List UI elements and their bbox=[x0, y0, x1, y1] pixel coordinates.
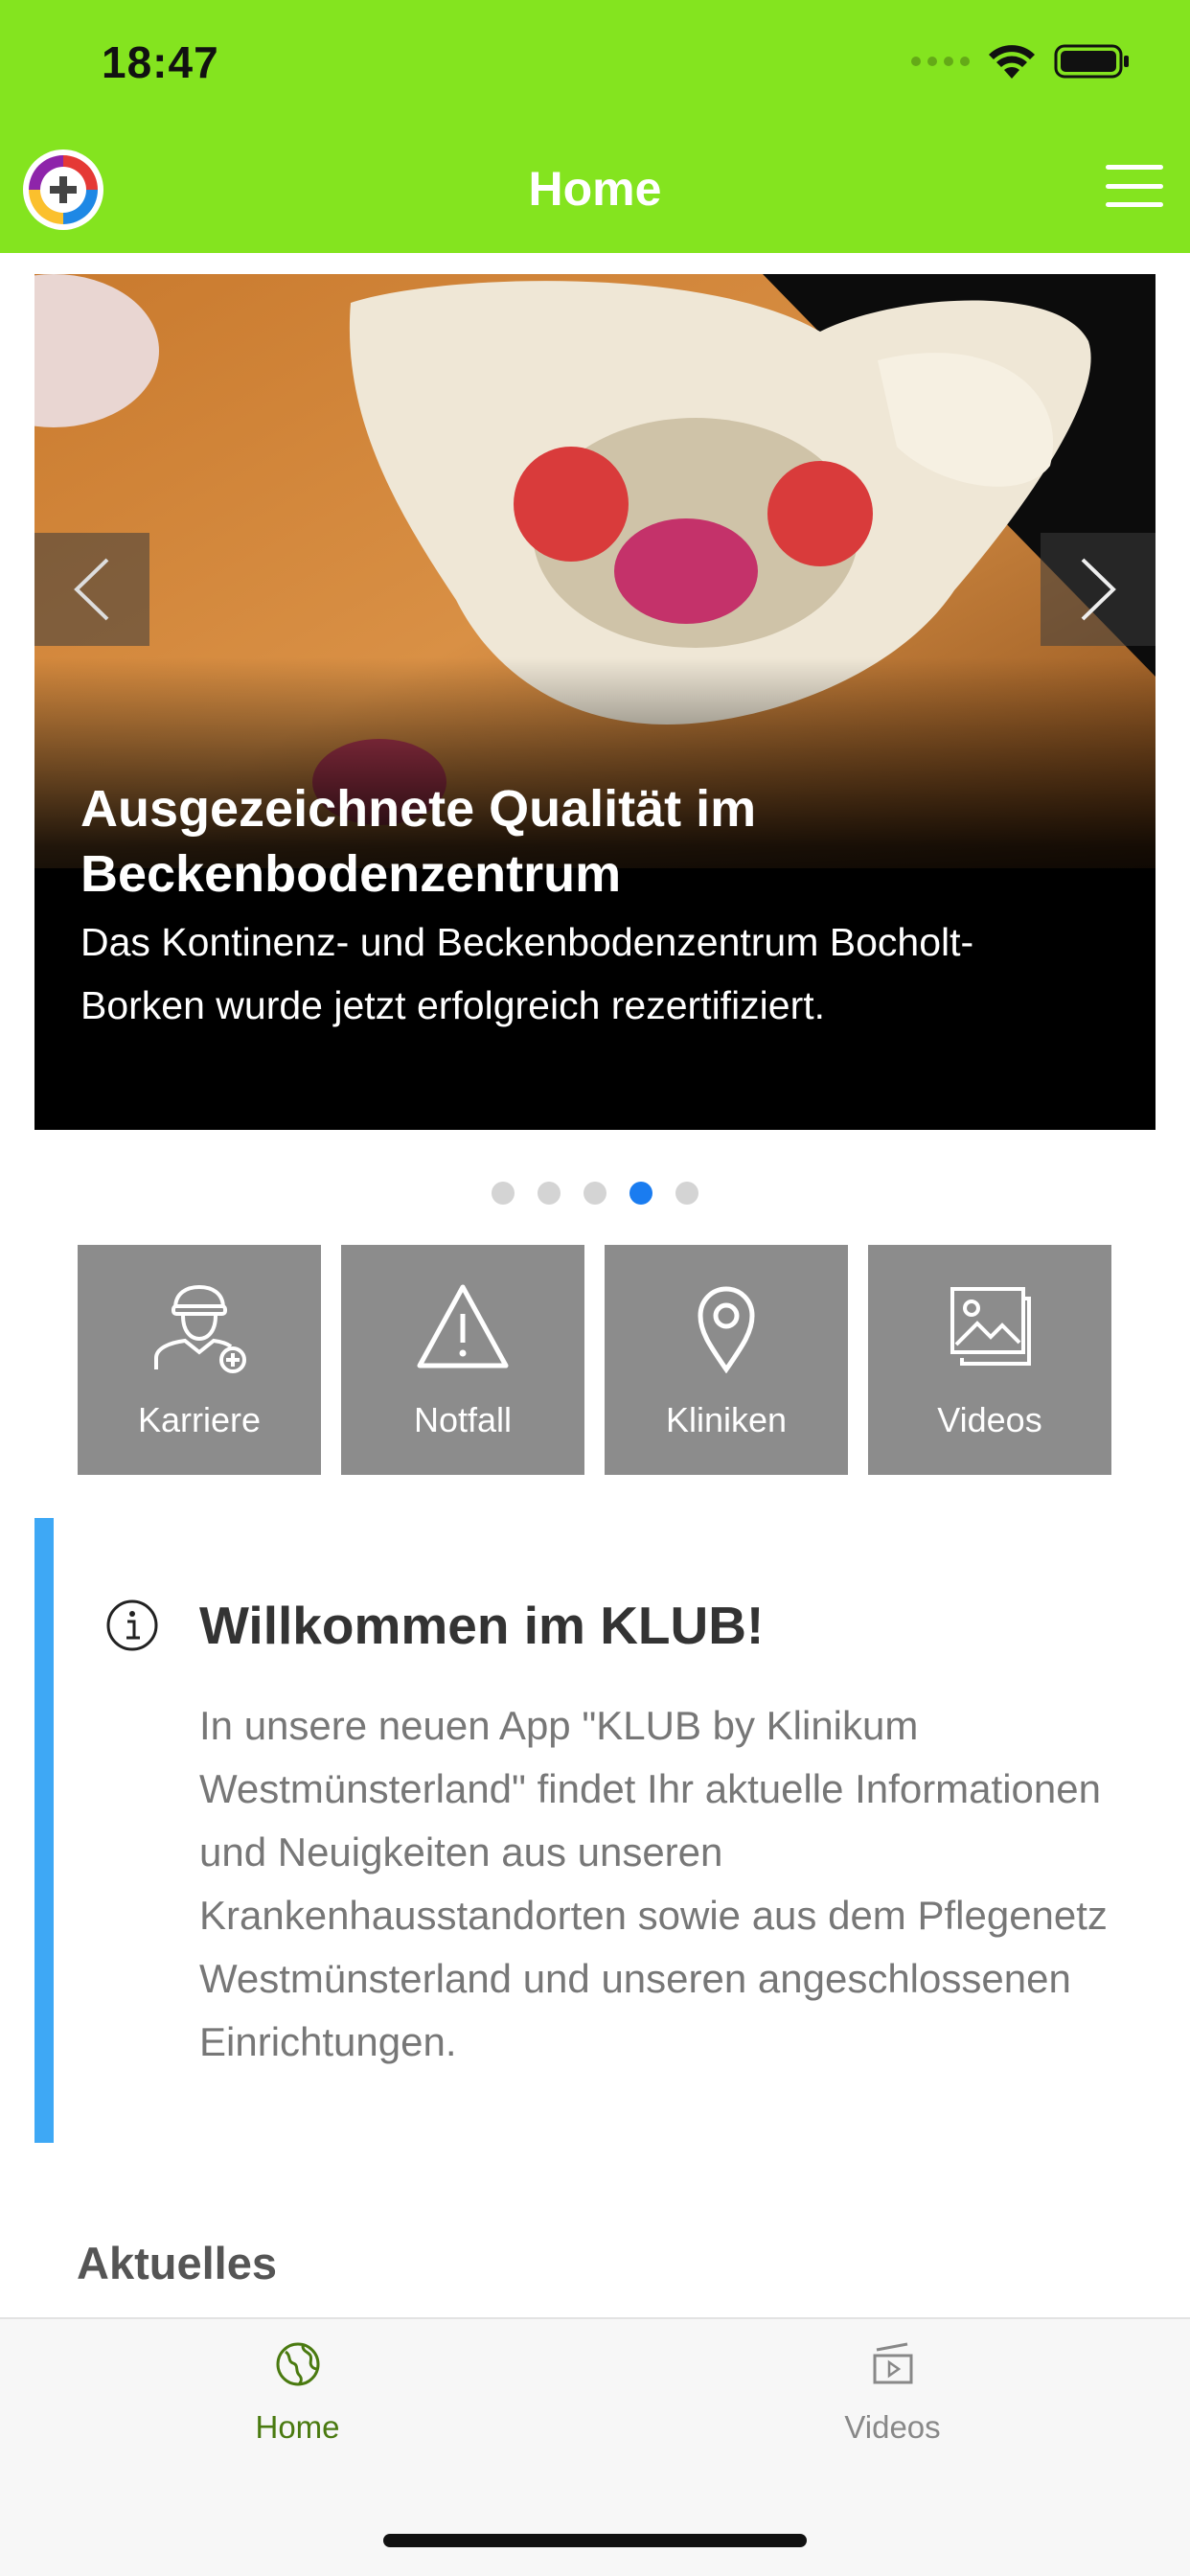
signal-icon bbox=[911, 57, 970, 66]
battery-icon bbox=[1054, 44, 1129, 79]
tab-home[interactable]: Home bbox=[0, 2340, 595, 2446]
warning-icon bbox=[417, 1284, 509, 1368]
video-icon bbox=[873, 2342, 912, 2384]
wifi-icon bbox=[989, 45, 1035, 79]
tile-notfall[interactable]: Notfall bbox=[341, 1245, 584, 1475]
tile-label: Karriere bbox=[137, 1400, 262, 1439]
welcome-info-box: Willkommen im KLUB! In unsere neuen App … bbox=[34, 1518, 1156, 2143]
info-icon bbox=[106, 1599, 158, 1651]
pagination-dot-active[interactable] bbox=[629, 1182, 652, 1205]
page-title: Home bbox=[528, 162, 662, 216]
tab-label: Home bbox=[255, 2409, 340, 2445]
hamburger-menu-icon[interactable] bbox=[1106, 163, 1163, 209]
tile-label: Notfall bbox=[413, 1400, 513, 1439]
tab-videos[interactable]: Videos bbox=[595, 2340, 1190, 2446]
slide-title[interactable]: Ausgezeichnete Qualität im Beckenbodenze… bbox=[80, 776, 1115, 907]
slider-next-button[interactable] bbox=[1041, 533, 1156, 646]
pagination-dot[interactable] bbox=[675, 1182, 698, 1205]
status-icons bbox=[911, 42, 1131, 80]
pagination-dot[interactable] bbox=[538, 1182, 561, 1205]
chevron-right-icon bbox=[1081, 558, 1116, 621]
globe-icon bbox=[276, 2342, 319, 2386]
info-accent-bar bbox=[34, 1518, 54, 2143]
tile-kliniken[interactable]: Kliniken bbox=[605, 1245, 848, 1475]
pagination-dot[interactable] bbox=[584, 1182, 606, 1205]
info-title: Willkommen im KLUB! bbox=[199, 1596, 765, 1655]
section-title: Aktuelles bbox=[77, 2238, 277, 2288]
career-icon bbox=[154, 1284, 246, 1373]
location-pin-icon bbox=[698, 1286, 755, 1373]
home-indicator[interactable] bbox=[383, 2534, 807, 2547]
tile-karriere[interactable]: Karriere bbox=[78, 1245, 321, 1475]
info-text: In unsere neuen App "KLUB by Klinikum We… bbox=[199, 1703, 1108, 2064]
tile-videos[interactable]: Videos bbox=[868, 1245, 1111, 1475]
tile-label: Kliniken bbox=[665, 1400, 788, 1439]
slide-text: Das Kontinenz- und Beckenbodenzentrum Bo… bbox=[80, 920, 974, 1027]
chevron-left-icon bbox=[74, 558, 109, 621]
gallery-icon bbox=[950, 1287, 1031, 1366]
status-time: 18:47 bbox=[102, 37, 219, 87]
news-slider[interactable]: Ausgezeichnete Qualität im Beckenbodenze… bbox=[34, 274, 1156, 1130]
tab-label: Videos bbox=[844, 2409, 941, 2445]
slider-prev-button[interactable] bbox=[34, 533, 149, 646]
slider-pagination[interactable] bbox=[0, 1182, 1190, 1205]
app-header: 18:47 Home bbox=[0, 0, 1190, 253]
tile-label: Videos bbox=[937, 1400, 1042, 1439]
quick-links: Karriere Notfall Kliniken Videos bbox=[78, 1245, 1111, 1475]
pagination-dot[interactable] bbox=[492, 1182, 515, 1205]
